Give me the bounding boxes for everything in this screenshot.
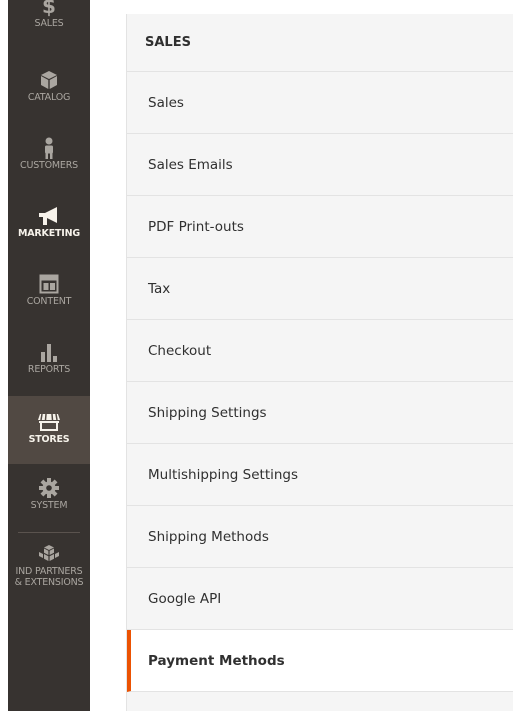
nav-label-system: SYSTEM [30, 500, 68, 511]
nav-label-marketing: MARKETING [18, 228, 80, 239]
tab-sales[interactable]: Sales [127, 72, 513, 134]
nav-item-customers[interactable]: CUSTOMERS [8, 136, 90, 202]
tab-sales-emails[interactable]: Sales Emails [127, 134, 513, 196]
nav-item-content[interactable]: CONTENT [8, 272, 90, 338]
nav-item-catalog[interactable]: CATALOG [8, 68, 90, 134]
dollar-icon: $ [36, 0, 62, 18]
tab-google-api[interactable]: Google API [127, 568, 513, 630]
tab-shipping-methods[interactable]: Shipping Methods [127, 506, 513, 568]
tab-checkout[interactable]: Checkout [127, 320, 513, 382]
tab-pdf-print-outs[interactable]: PDF Print-outs [127, 196, 513, 258]
layout-icon [36, 272, 62, 296]
bar-chart-icon [36, 340, 62, 364]
nav-item-stores[interactable]: STORES [8, 396, 90, 464]
tab-tax[interactable]: Tax [127, 258, 513, 320]
nav-label-partners-line1: IND PARTNERS [15, 566, 83, 577]
megaphone-icon [36, 204, 62, 228]
nav-label-catalog: CATALOG [27, 92, 71, 103]
admin-page: $ SALES CATALOG CUSTOMERS MARKETING CONT… [0, 0, 513, 711]
tab-payment-methods[interactable]: Payment Methods [127, 630, 513, 692]
gear-icon [36, 476, 62, 500]
box-icon [36, 68, 62, 92]
nav-item-sales[interactable]: $ SALES [8, 0, 90, 60]
admin-sidebar-nav: $ SALES CATALOG CUSTOMERS MARKETING CONT… [0, 0, 90, 711]
tab-shipping-settings[interactable]: Shipping Settings [127, 382, 513, 444]
nav-label-stores: STORES [28, 434, 70, 445]
nav-label-reports: REPORTS [27, 364, 71, 375]
nav-label-content: CONTENT [26, 296, 72, 307]
nav-item-partners-extensions[interactable]: IND PARTNERS & EXTENSIONS [0, 542, 98, 614]
nav-label-sales: SALES [34, 18, 64, 29]
nav-item-marketing[interactable]: MARKETING [8, 204, 90, 270]
person-icon [36, 136, 62, 160]
section-title-sales[interactable]: SALES [127, 14, 513, 72]
tab-multishipping-settings[interactable]: Multishipping Settings [127, 444, 513, 506]
cubes-icon [36, 542, 62, 566]
nav-label-customers: CUSTOMERS [20, 160, 78, 171]
config-tabs-panel: SALES Sales Sales Emails PDF Print-outs … [126, 14, 513, 711]
nav-divider [18, 532, 80, 533]
storefront-icon [36, 410, 62, 434]
svg-text:$: $ [42, 0, 56, 17]
nav-label-partners-line2: & EXTENSIONS [14, 577, 84, 588]
